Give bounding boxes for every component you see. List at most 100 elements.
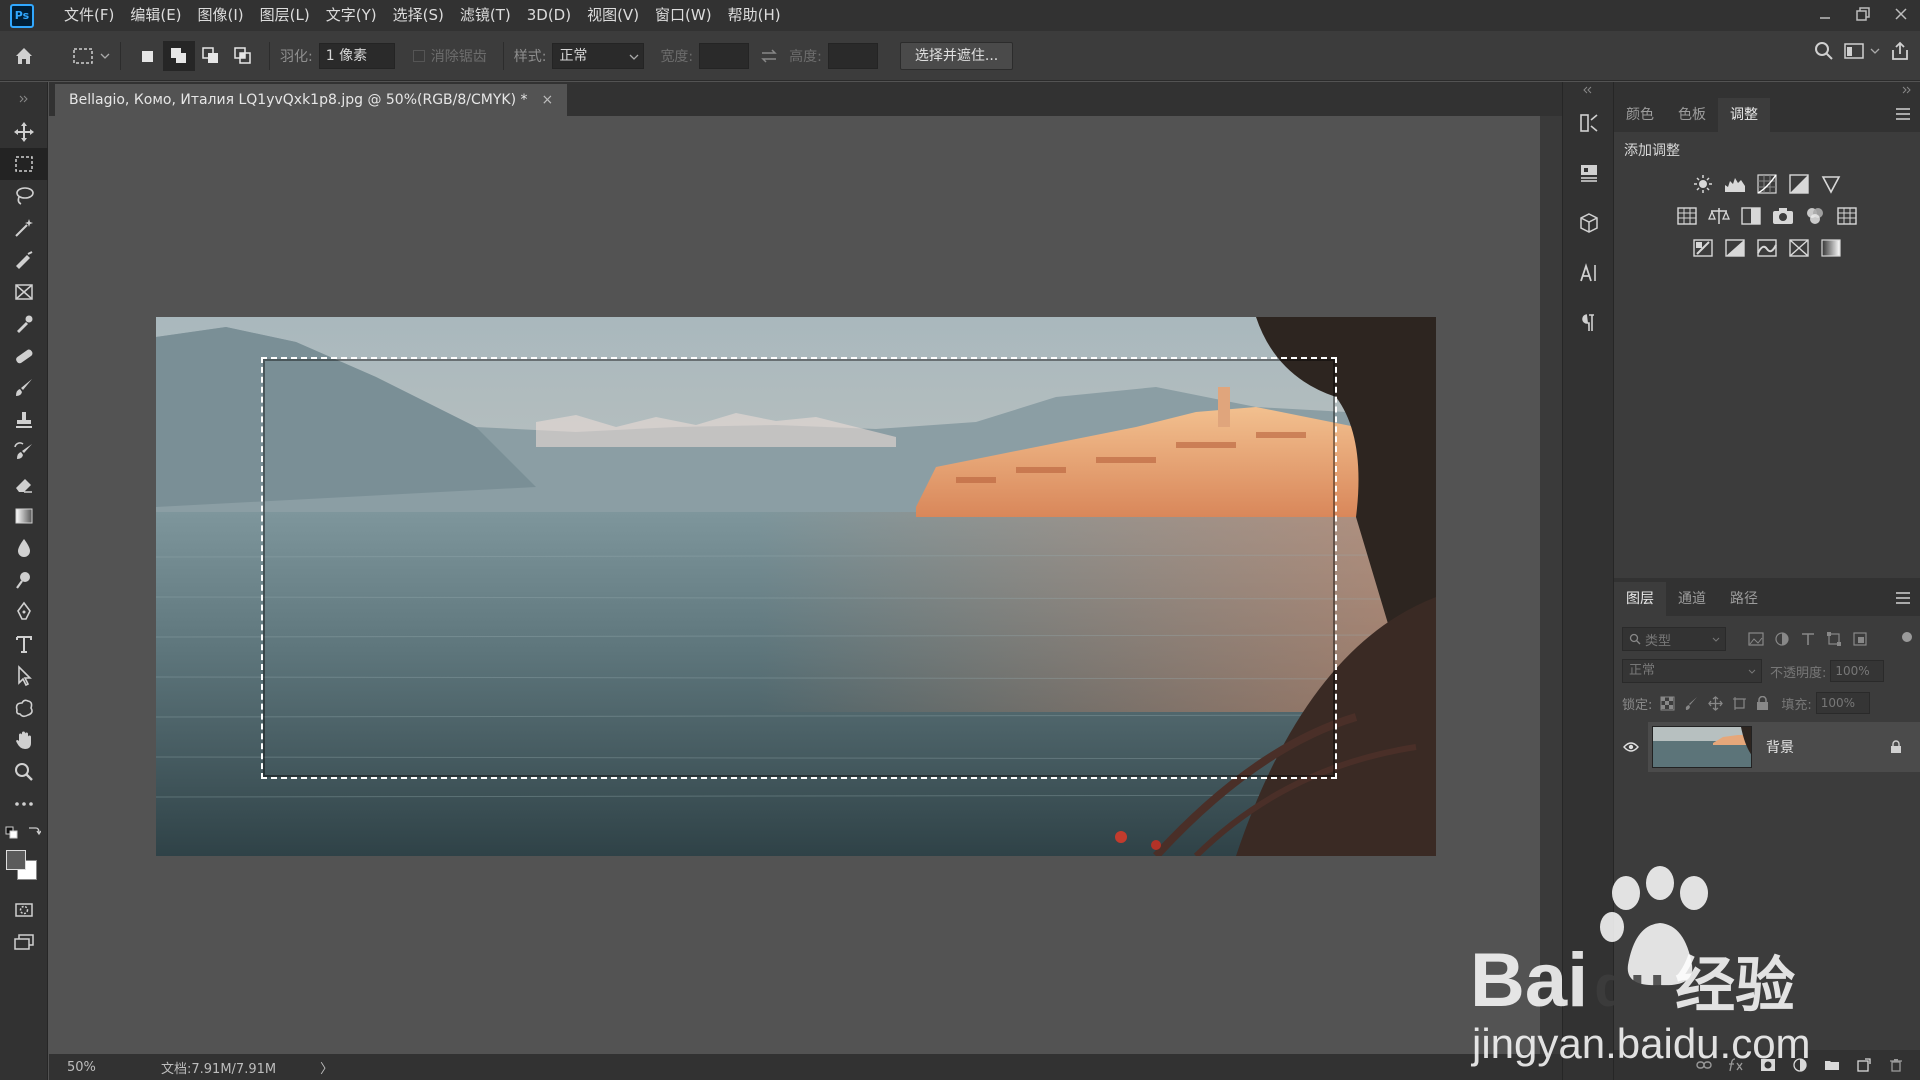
lock-transparent-icon[interactable] <box>1660 696 1675 711</box>
exposure-button[interactable] <box>1787 172 1811 196</box>
toolbar-collapse[interactable] <box>0 82 47 116</box>
add-selection-button[interactable] <box>163 40 195 71</box>
vertical-scrollbar[interactable] <box>1540 116 1562 1054</box>
tool-preset-picker[interactable] <box>72 47 110 65</box>
history-panel-button[interactable] <box>1563 98 1615 148</box>
photo-filter-button[interactable] <box>1771 204 1795 228</box>
lock-all-icon[interactable] <box>1756 695 1769 711</box>
menu-filter[interactable]: 滤镜(T) <box>452 0 519 31</box>
home-button[interactable] <box>0 31 48 81</box>
tab-swatches[interactable]: 色板 <box>1666 98 1718 132</box>
feather-input[interactable]: 1 像素 <box>318 42 395 69</box>
menu-layer[interactable]: 图层(L) <box>252 0 318 31</box>
selection-marquee[interactable] <box>261 357 1337 779</box>
color-balance-button[interactable] <box>1707 204 1731 228</box>
height-input[interactable] <box>827 42 878 69</box>
shape-filter-icon[interactable] <box>1826 631 1842 647</box>
hand-tool[interactable] <box>0 724 48 756</box>
healing-brush-tool[interactable] <box>0 340 48 372</box>
quick-mask-button[interactable] <box>0 894 48 926</box>
tab-color[interactable]: 颜色 <box>1614 98 1666 132</box>
type-tool[interactable] <box>0 628 48 660</box>
menu-help[interactable]: 帮助(H) <box>720 0 789 31</box>
photoshop-logo[interactable]: Ps <box>10 3 34 28</box>
tab-paths[interactable]: 路径 <box>1718 582 1770 616</box>
black-white-button[interactable] <box>1739 204 1763 228</box>
properties-panel-button[interactable] <box>1563 148 1615 198</box>
panel-menu-icon[interactable] <box>1896 108 1910 120</box>
menu-type[interactable]: 文字(Y) <box>318 0 385 31</box>
default-colors-icon[interactable] <box>5 826 19 840</box>
document-tab[interactable]: Bellagio, Комо, Италия LQ1yvQxk1p8.jpg @… <box>55 84 568 116</box>
layer-row[interactable]: 背景 <box>1614 722 1920 772</box>
foreground-color-swatch[interactable] <box>6 850 26 870</box>
screen-mode-button[interactable] <box>0 926 48 958</box>
status-menu-arrow[interactable]: 〉 <box>320 1058 333 1077</box>
style-select[interactable]: 正常 <box>552 42 645 69</box>
lock-artboard-icon[interactable] <box>1732 696 1747 711</box>
rectangular-marquee-tool[interactable] <box>0 148 48 180</box>
workspace-button[interactable] <box>1844 42 1880 60</box>
new-group-button[interactable] <box>1816 1059 1848 1071</box>
smart-object-filter-icon[interactable] <box>1852 631 1868 647</box>
menu-file[interactable]: 文件(F) <box>56 0 122 31</box>
pixel-filter-icon[interactable] <box>1748 631 1764 647</box>
minimize-button[interactable] <box>1806 0 1844 28</box>
subtract-selection-button[interactable] <box>195 46 227 65</box>
width-input[interactable] <box>699 42 750 69</box>
invert-button[interactable] <box>1691 236 1715 260</box>
menu-3d[interactable]: 3D(D) <box>519 0 579 31</box>
selective-color-button[interactable] <box>1787 236 1811 260</box>
lock-pixels-icon[interactable] <box>1684 696 1699 711</box>
select-and-mask-button[interactable]: 选择并遮住... <box>899 41 1014 70</box>
brush-tool[interactable] <box>0 372 48 404</box>
lasso-tool[interactable] <box>0 180 48 212</box>
magic-wand-tool[interactable] <box>0 212 48 244</box>
custom-shape-tool[interactable] <box>0 692 48 724</box>
zoom-tool[interactable] <box>0 756 48 788</box>
move-tool[interactable] <box>0 116 48 148</box>
close-tab-icon[interactable]: × <box>542 92 554 108</box>
layer-style-button[interactable] <box>1720 1058 1752 1072</box>
vibrance-button[interactable] <box>1819 172 1843 196</box>
history-brush-tool[interactable] <box>0 436 48 468</box>
menu-edit[interactable]: 编辑(E) <box>122 0 189 31</box>
new-selection-button[interactable] <box>131 48 163 64</box>
character-panel-button[interactable] <box>1563 248 1615 298</box>
threshold-button[interactable] <box>1755 236 1779 260</box>
path-selection-tool[interactable] <box>0 660 48 692</box>
swap-colors-icon[interactable] <box>27 825 41 839</box>
new-layer-button[interactable] <box>1848 1058 1880 1072</box>
eraser-tool[interactable] <box>0 468 48 500</box>
canvas-area[interactable] <box>49 116 1540 1054</box>
pen-tool[interactable] <box>0 596 48 628</box>
crop-tool[interactable] <box>0 244 48 276</box>
blur-tool[interactable] <box>0 532 48 564</box>
restore-button[interactable] <box>1844 0 1882 28</box>
tab-channels[interactable]: 通道 <box>1666 582 1718 616</box>
posterize-button[interactable] <box>1723 236 1747 260</box>
new-adjustment-button[interactable] <box>1784 1058 1816 1072</box>
hue-saturation-button[interactable] <box>1675 204 1699 228</box>
search-button[interactable] <box>1814 41 1834 61</box>
strip-collapse[interactable] <box>1563 82 1613 98</box>
color-lookup-button[interactable] <box>1835 204 1859 228</box>
paragraph-panel-button[interactable] <box>1563 298 1615 348</box>
menu-view[interactable]: 视图(V) <box>579 0 647 31</box>
3d-panel-button[interactable] <box>1563 198 1615 248</box>
channel-mixer-button[interactable] <box>1803 204 1827 228</box>
dock-collapse[interactable] <box>1614 82 1920 98</box>
lock-position-icon[interactable] <box>1708 695 1724 711</box>
clone-stamp-tool[interactable] <box>0 404 48 436</box>
gradient-tool[interactable] <box>0 500 48 532</box>
add-mask-button[interactable] <box>1752 1058 1784 1072</box>
dodge-tool[interactable] <box>0 564 48 596</box>
edit-toolbar-button[interactable] <box>0 788 48 820</box>
tab-layers[interactable]: 图层 <box>1614 582 1666 616</box>
share-button[interactable] <box>1890 41 1910 61</box>
filter-toggle-icon[interactable] <box>1902 632 1912 642</box>
adjustment-filter-icon[interactable] <box>1774 631 1790 647</box>
layer-filter-select[interactable]: 类型 <box>1622 627 1726 651</box>
swap-dimensions-button[interactable] <box>749 48 789 63</box>
curves-button[interactable] <box>1755 172 1779 196</box>
